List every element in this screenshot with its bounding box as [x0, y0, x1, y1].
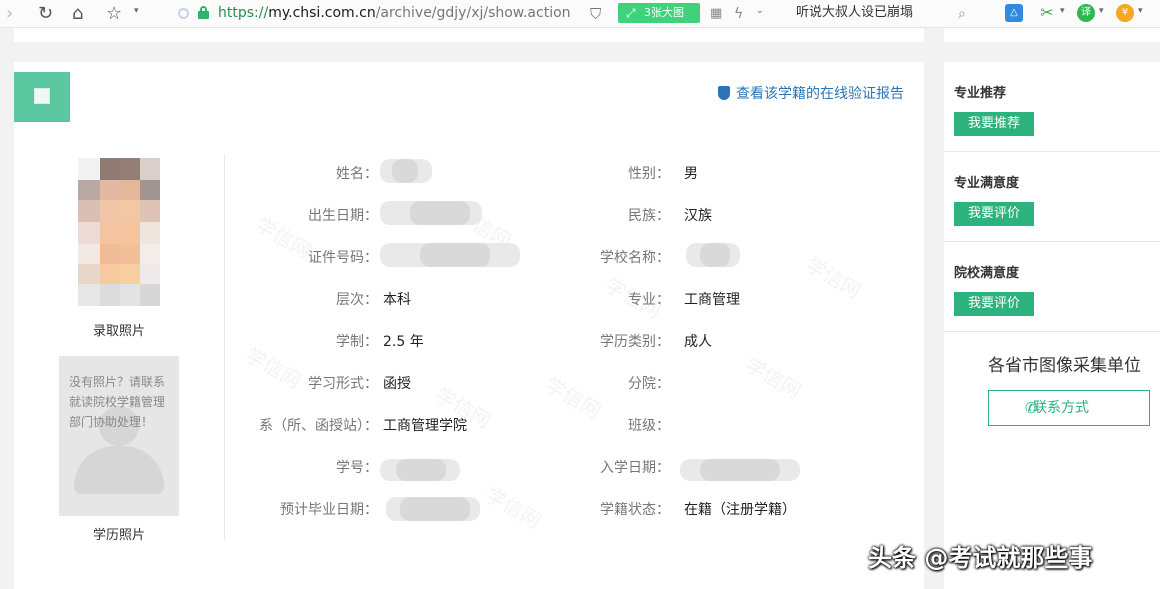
right-sidebar: 专业推荐 我要推荐 专业满意度 我要评价 院校满意度 我要评价 各省市图像采集单… [944, 62, 1160, 589]
security-shield-icon[interactable]: ⛉ [590, 3, 601, 25]
redacted-enrollment-date [680, 459, 800, 481]
right-top-strip [944, 28, 1160, 42]
vertical-divider [224, 154, 225, 540]
value-department: 工商管理学院 [383, 418, 467, 434]
section-divider [944, 331, 1160, 332]
search-icon[interactable]: ⌕ [958, 3, 966, 25]
watermark: 学信网 [481, 482, 546, 534]
education-photo-label: 学历照片 [92, 528, 145, 543]
reload-icon[interactable]: ↻ [38, 3, 53, 25]
admission-photo [78, 158, 178, 310]
watermark: 学信网 [241, 342, 306, 394]
image-collection-heading: 各省市图像采集单位 [988, 356, 1141, 376]
top-panel-strip [14, 28, 924, 42]
student-record-panel: 查看该学籍的在线验证报告 学信网 学信网 学信网 学信网 学信网 学信网 学信网… [14, 62, 924, 589]
chevron-down-icon[interactable]: ▾ [1060, 6, 1065, 16]
value-gender: 男 [684, 166, 698, 182]
contact-button-label: 联系方式 [1033, 400, 1089, 416]
chevron-down-icon[interactable]: ▾ [134, 6, 139, 16]
label-education-type: 学历类别： [600, 334, 670, 350]
browser-toolbar: › ↻ ⌂ ☆ ▾ https://my.chsi.com.cn/archive… [0, 0, 1160, 28]
forward-icon[interactable]: › [6, 3, 13, 25]
label-graduation-date: 预计毕业日期： [280, 502, 378, 518]
label-branch: 分院： [628, 376, 670, 392]
scissors-icon[interactable]: ✂ [1038, 4, 1056, 22]
label-level: 层次： [336, 292, 378, 308]
search-suggestion[interactable]: 听说大叔人设已崩塌 [796, 3, 913, 23]
home-icon[interactable]: ⌂ [72, 3, 83, 25]
label-name: 姓名： [336, 166, 378, 182]
school-logo [14, 72, 70, 122]
label-birthdate: 出生日期： [308, 208, 378, 224]
chevron-down-icon[interactable]: ⌄ [756, 6, 764, 16]
source-watermark: 头条 @考试就那些事 [868, 544, 1093, 572]
label-study-mode: 学习形式： [308, 376, 378, 392]
big-image-label: 3张大图 [644, 6, 684, 19]
label-ethnicity: 民族： [628, 208, 670, 224]
redacted-school-name [686, 243, 740, 267]
chevron-down-icon[interactable]: ▾ [1138, 6, 1143, 16]
redacted-birthdate [380, 201, 482, 225]
section-title-school-satisfaction: 院校满意度 [954, 266, 1020, 281]
education-photo-placeholder: 没有照片？请联系就读院校学籍管理部门协助处理！ [59, 356, 179, 516]
label-duration: 学制： [336, 334, 378, 350]
redacted-graduation-date [386, 497, 480, 521]
expand-icon: ⤢ [626, 6, 636, 20]
chevron-down-icon[interactable]: ▾ [1099, 6, 1104, 16]
admission-photo-label: 录取照片 [92, 324, 145, 339]
label-department: 系（所、函授站）： [259, 418, 378, 434]
contact-button[interactable]: ✆ 联系方式 [988, 390, 1150, 426]
redacted-name [380, 159, 432, 183]
recommend-button[interactable]: 我要推荐 [954, 112, 1034, 136]
watermark: 学信网 [541, 372, 606, 424]
label-enrollment-date: 入学日期： [600, 460, 670, 476]
lock-icon [198, 6, 209, 19]
label-student-id: 学号： [336, 460, 378, 476]
no-photo-message: 没有照片？请联系就读院校学籍管理部门协助处理！ [69, 375, 166, 429]
address-bar[interactable]: https://my.chsi.com.cn/archive/gdjy/xj/s… [218, 3, 571, 23]
section-title-major-satisfaction: 专业满意度 [954, 176, 1020, 191]
section-divider [944, 241, 1160, 242]
broken-image-icon [34, 88, 50, 104]
section-title-major-recommend: 专业推荐 [954, 86, 1007, 101]
value-level: 本科 [383, 292, 411, 308]
label-enrollment-status: 学籍状态： [600, 502, 670, 518]
url-protocol: https:// [218, 5, 269, 21]
verify-report-text: 查看该学籍的在线验证报告 [736, 86, 904, 102]
phone-icon: ✆ [1025, 399, 1038, 417]
value-ethnicity: 汉族 [684, 208, 712, 224]
verify-report-link[interactable]: 查看该学籍的在线验证报告 [718, 85, 904, 103]
triangle-ext-icon[interactable]: △ [1005, 4, 1023, 22]
translate-ext-icon[interactable]: 译 [1077, 4, 1095, 22]
lightning-icon[interactable]: ϟ [734, 3, 743, 25]
label-class: 班级： [628, 418, 670, 434]
site-info-icon[interactable] [178, 8, 189, 19]
redacted-student-id [380, 459, 460, 481]
redacted-id-number [380, 243, 520, 267]
section-divider [944, 151, 1160, 152]
label-major: 专业： [628, 292, 670, 308]
label-school-name: 学校名称： [600, 250, 670, 266]
rate-school-button[interactable]: 我要评价 [954, 292, 1034, 316]
rate-major-button[interactable]: 我要评价 [954, 202, 1034, 226]
watermark: 学信网 [741, 352, 806, 404]
value-education-type: 成人 [684, 334, 712, 350]
shield-icon [718, 86, 730, 100]
label-gender: 性别： [628, 166, 670, 182]
value-duration: 2.5 年 [383, 334, 424, 350]
url-domain: my.chsi.com.cn [268, 5, 376, 21]
yuan-ext-icon[interactable]: ¥ [1116, 4, 1134, 22]
avatar-shoulders [74, 446, 164, 494]
apps-grid-icon[interactable]: ▦ [710, 3, 722, 25]
watermark: 学信网 [801, 252, 866, 304]
value-major: 工商管理 [684, 292, 740, 308]
label-id-number: 证件号码： [308, 250, 378, 266]
value-enrollment-status: 在籍（注册学籍） [684, 502, 796, 518]
url-path: /archive/gdjy/xj/show.action [375, 5, 571, 21]
big-image-button[interactable]: ⤢ 3张大图 [618, 3, 700, 23]
value-study-mode: 函授 [383, 376, 411, 392]
star-icon[interactable]: ☆ [106, 3, 122, 25]
